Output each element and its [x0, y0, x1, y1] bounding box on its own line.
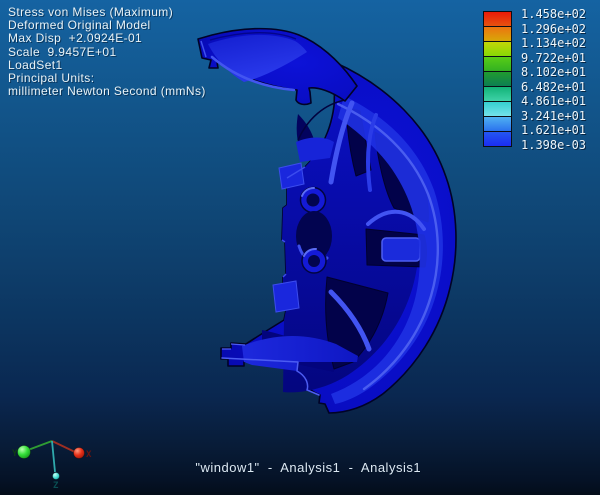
annotation-line-3: Scale 9.9457E+01 — [8, 46, 206, 59]
window-status-text: "window1" - Analysis1 - Analysis1 — [195, 460, 421, 475]
annotation-line-2: Max Disp +2.0924E-01 — [8, 32, 206, 45]
simulate-results-window: Y X Z Stress von Mises (Maximum)Deformed… — [0, 0, 600, 495]
window-inner-surface-highlight — [382, 238, 420, 261]
result-annotation-block: Stress von Mises (Maximum)Deformed Origi… — [8, 6, 206, 98]
lug-hole-upper-bore — [307, 194, 320, 207]
hub-step-plate-lower — [273, 281, 299, 312]
wheel-fea-model — [198, 29, 456, 413]
window-title-bar: "window1" - Analysis1 - Analysis1 — [0, 445, 600, 490]
rim-wing-top — [198, 29, 357, 105]
annotation-line-6: millimeter Newton Second (mmNs) — [8, 85, 206, 98]
lug-hole-lower-bore — [308, 255, 320, 267]
